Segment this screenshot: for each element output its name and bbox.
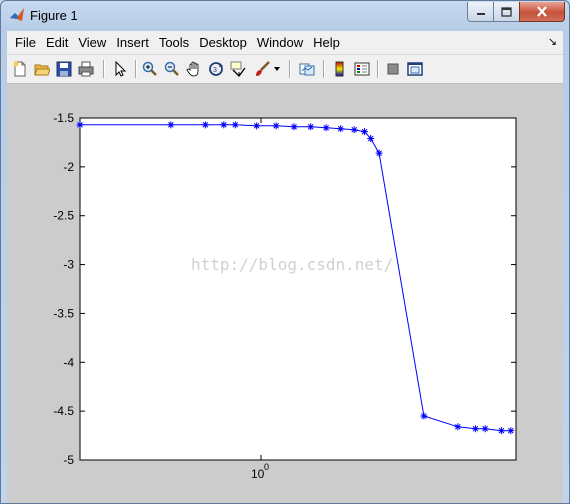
matlab-figure-icon [10,8,24,21]
figure-canvas[interactable]: -1.5 -2 -2.5 -3 -3.5 -4 -4.5 -5 10 0 http://blo… [7,84,563,503]
x-tick-label-base: 10 [251,467,265,481]
toolbar-separator [135,60,137,78]
brush-dropdown-icon[interactable] [272,60,282,78]
edit-plot-arrow-icon[interactable] [111,60,129,78]
menu-help[interactable]: Help [313,35,340,50]
menu-window[interactable]: Window [257,35,303,50]
data-point-marker [220,121,228,129]
minimize-icon [476,12,485,15]
y-tick-label: -3.5 [53,306,74,320]
maximize-icon [501,6,512,17]
y-tick-label: -4.5 [53,404,74,418]
y-tick-label: -3 [63,258,74,272]
data-point-marker [201,121,209,129]
data-point-marker [231,121,239,129]
data-point-marker [76,121,84,129]
new-figure-icon[interactable] [11,60,29,78]
menu-insert[interactable]: Insert [116,35,149,50]
toolbar-separator [377,60,379,78]
menu-tools[interactable]: Tools [159,35,189,50]
window-title: Figure 1 [30,8,78,23]
zoom-out-icon[interactable] [163,60,181,78]
close-button[interactable] [519,2,565,22]
save-icon[interactable] [55,60,73,78]
data-point-marker [290,123,298,131]
print-icon[interactable] [77,60,95,78]
minimize-button[interactable] [467,2,494,22]
line-plot[interactable]: -1.5 -2 -2.5 -3 -3.5 -4 -4.5 -5 10 0 [7,84,563,503]
pan-hand-icon[interactable] [185,60,203,78]
menu-file[interactable]: File [15,35,36,50]
y-tick-label: -1.5 [53,111,74,125]
close-icon [537,6,547,17]
show-plot-tools-icon[interactable] [406,60,424,78]
menu-bar: File Edit View Insert Tools Desktop Wind… [7,31,563,55]
toolbar-separator [103,60,105,78]
menu-view[interactable]: View [78,35,106,50]
x-tick-label-exponent: 0 [264,462,269,472]
y-tick-label: -2.5 [53,209,74,223]
figure-window: Figure 1 File Edit View Insert Tools Des… [0,0,570,504]
zoom-in-icon[interactable] [141,60,159,78]
watermark-text: http://blog.csdn.net/ [191,255,394,274]
data-cursor-icon[interactable] [229,60,247,78]
y-tick-label: -4 [63,355,74,369]
link-plot-icon[interactable] [298,60,316,78]
data-point-marker [167,121,175,129]
menu-edit[interactable]: Edit [46,35,68,50]
insert-colorbar-icon[interactable] [331,60,349,78]
open-file-icon[interactable] [33,60,51,78]
hide-plot-tools-icon[interactable] [384,60,402,78]
menu-desktop[interactable]: Desktop [199,35,247,50]
svg-text:3: 3 [213,67,217,74]
y-tick-label: -2 [63,160,74,174]
y-tick-label: -5 [63,453,74,467]
figure-toolbar: 3 [7,55,563,84]
rotate-3d-icon[interactable]: 3 [207,60,225,78]
toolbar-separator [289,60,291,78]
axes-background [79,117,517,461]
maximize-button[interactable] [493,2,520,22]
toolbar-separator [323,60,325,78]
insert-legend-icon[interactable] [353,60,371,78]
title-bar[interactable]: Figure 1 [1,1,569,29]
dock-figure-icon[interactable]: ↘ [548,35,557,48]
brush-icon[interactable] [253,60,271,78]
